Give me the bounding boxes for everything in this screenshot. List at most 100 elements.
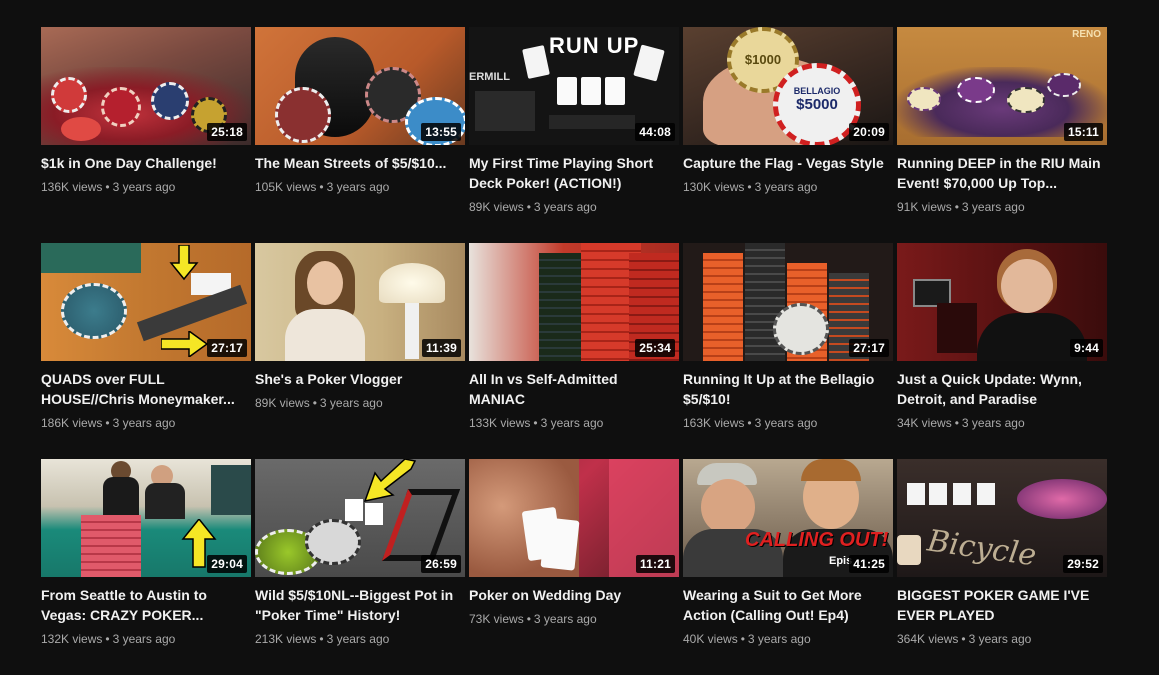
video-thumbnail[interactable]: 11:21 <box>469 459 679 577</box>
video-thumbnail[interactable]: 26:59 <box>255 459 465 577</box>
video-title[interactable]: $1k in One Day Challenge! <box>41 153 251 173</box>
view-count: 91K views <box>897 200 952 214</box>
arrow-icon <box>363 459 417 503</box>
upload-age: 3 years ago <box>326 180 390 194</box>
video-title[interactable]: Capture the Flag - Vegas Style <box>683 153 893 173</box>
duration-badge: 27:17 <box>207 339 247 357</box>
thumbnail-overlay-text: RUN UP <box>549 33 640 58</box>
bellagio-chip: BELLAGIO $5000 <box>773 63 861 145</box>
view-count: 89K views <box>255 396 310 410</box>
duration-badge: 29:04 <box>207 555 247 573</box>
upload-age: 3 years ago <box>961 200 1025 214</box>
upload-age: 3 years ago <box>754 180 818 194</box>
video-thumbnail[interactable]: 27:17 <box>683 243 893 361</box>
video-thumbnail[interactable]: 25:34 <box>469 243 679 361</box>
video-card[interactable]: 27:17 QUADS over FULL HOUSE//Chris Money… <box>41 243 251 459</box>
video-title[interactable]: The Mean Streets of $5/$10... <box>255 153 465 173</box>
video-thumbnail[interactable]: 9:44 <box>897 243 1107 361</box>
video-card[interactable]: RENO 15:11 Running DEEP in the RIU Main … <box>897 27 1107 243</box>
upload-age: 3 years ago <box>319 396 383 410</box>
upload-age: 3 years ago <box>961 416 1025 430</box>
duration-badge: 41:25 <box>849 555 889 573</box>
view-count: 73K views <box>469 612 524 626</box>
video-thumbnail[interactable]: CALLING OUT! Epis 41:25 <box>683 459 893 577</box>
view-count: 186K views <box>41 416 103 430</box>
video-thumbnail[interactable]: 13:55 <box>255 27 465 145</box>
video-card[interactable]: RUN UP ERMILL 44:08 My First Time Playin… <box>469 27 679 243</box>
upload-age: 3 years ago <box>112 180 176 194</box>
video-card[interactable]: $1000 BELLAGIO $5000 20:09 Capture the F… <box>683 27 893 243</box>
video-card[interactable]: 26:59 Wild $5/$10NL--Biggest Pot in "Pok… <box>255 459 465 675</box>
video-thumbnail[interactable]: RUN UP ERMILL 44:08 <box>469 27 679 145</box>
view-count: 213K views <box>255 632 317 646</box>
video-thumbnail[interactable]: 11:39 <box>255 243 465 361</box>
video-title[interactable]: Wild $5/$10NL--Biggest Pot in "Poker Tim… <box>255 585 465 625</box>
video-card[interactable]: 9:44 Just a Quick Update: Wynn, Detroit,… <box>897 243 1107 459</box>
video-title[interactable]: Wearing a Suit to Get More Action (Calli… <box>683 585 893 625</box>
video-card[interactable]: 25:18 $1k in One Day Challenge! 136K vie… <box>41 27 251 243</box>
video-title[interactable]: She's a Poker Vlogger <box>255 369 465 389</box>
video-meta: 213K views • 3 years ago <box>255 632 390 646</box>
video-title[interactable]: Running It Up at the Bellagio $5/$10! <box>683 369 893 409</box>
video-meta: 89K views • 3 years ago <box>469 200 597 214</box>
video-card[interactable]: 25:34 All In vs Self-Admitted MANIAC 133… <box>469 243 679 459</box>
arrow-icon <box>161 331 209 357</box>
video-title[interactable]: Poker on Wedding Day <box>469 585 679 605</box>
upload-age: 3 years ago <box>533 612 597 626</box>
video-card[interactable]: CALLING OUT! Epis 41:25 Wearing a Suit t… <box>683 459 893 675</box>
duration-badge: 26:59 <box>421 555 461 573</box>
video-title[interactable]: QUADS over FULL HOUSE//Chris Moneymaker.… <box>41 369 251 409</box>
video-card[interactable]: 29:04 From Seattle to Austin to Vegas: C… <box>41 459 251 675</box>
video-title[interactable]: All In vs Self-Admitted MANIAC <box>469 369 679 409</box>
video-meta: 132K views • 3 years ago <box>41 632 176 646</box>
video-meta: 136K views • 3 years ago <box>41 180 176 194</box>
duration-badge: 44:08 <box>635 123 675 141</box>
video-card[interactable]: 13:55 The Mean Streets of $5/$10... 105K… <box>255 27 465 243</box>
view-count: 34K views <box>897 416 952 430</box>
video-meta: 40K views • 3 years ago <box>683 632 811 646</box>
video-meta: 91K views • 3 years ago <box>897 200 1025 214</box>
duration-badge: 29:52 <box>1063 555 1103 573</box>
video-title[interactable]: My First Time Playing Short Deck Poker! … <box>469 153 679 193</box>
upload-age: 3 years ago <box>540 416 604 430</box>
thumbnail-overlay-text: BELLAGIO <box>793 86 841 96</box>
video-meta: 186K views • 3 years ago <box>41 416 176 430</box>
video-card[interactable]: 11:39 She's a Poker Vlogger 89K views • 3 … <box>255 243 465 459</box>
view-count: 40K views <box>683 632 738 646</box>
video-card[interactable]: 27:17 Running It Up at the Bellagio $5/$… <box>683 243 893 459</box>
thumbnail-overlay-text: Bicycle <box>925 523 1039 574</box>
thumbnail-overlay-text: $5000 <box>796 96 838 113</box>
video-thumbnail[interactable]: 29:04 <box>41 459 251 577</box>
arrow-icon <box>169 245 199 281</box>
duration-badge: 25:18 <box>207 123 247 141</box>
video-card[interactable]: 11:21 Poker on Wedding Day 73K views • 3 y… <box>469 459 679 675</box>
video-meta: 105K views • 3 years ago <box>255 180 390 194</box>
video-thumbnail[interactable]: 27:17 <box>41 243 251 361</box>
video-title[interactable]: From Seattle to Austin to Vegas: CRAZY P… <box>41 585 251 625</box>
video-title[interactable]: Running DEEP in the RIU Main Event! $70,… <box>897 153 1107 193</box>
thumbnail-overlay-text: RENO <box>1072 29 1101 40</box>
thumbnail-overlay-text: ERMILL <box>469 71 510 83</box>
upload-age: 3 years ago <box>112 416 176 430</box>
video-meta: 73K views • 3 years ago <box>469 612 597 626</box>
video-title[interactable]: Just a Quick Update: Wynn, Detroit, and … <box>897 369 1107 409</box>
video-title[interactable]: BIGGEST POKER GAME I'VE EVER PLAYED <box>897 585 1107 625</box>
video-thumbnail[interactable]: $1000 BELLAGIO $5000 20:09 <box>683 27 893 145</box>
duration-badge: 25:34 <box>635 339 675 357</box>
video-meta: 34K views • 3 years ago <box>897 416 1025 430</box>
view-count: 133K views <box>469 416 531 430</box>
video-meta: 130K views • 3 years ago <box>683 180 818 194</box>
duration-badge: 15:11 <box>1063 123 1103 141</box>
upload-age: 3 years ago <box>747 632 811 646</box>
duration-badge: 27:17 <box>849 339 889 357</box>
view-count: 132K views <box>41 632 103 646</box>
upload-age: 3 years ago <box>968 632 1032 646</box>
video-thumbnail[interactable]: RENO 15:11 <box>897 27 1107 145</box>
view-count: 89K views <box>469 200 524 214</box>
view-count: 364K views <box>897 632 959 646</box>
duration-badge: 20:09 <box>849 123 889 141</box>
duration-badge: 11:21 <box>635 555 675 573</box>
video-thumbnail[interactable]: 25:18 <box>41 27 251 145</box>
video-card[interactable]: Bicycle 29:52 BIGGEST POKER GAME I'VE EV… <box>897 459 1107 675</box>
video-thumbnail[interactable]: Bicycle 29:52 <box>897 459 1107 577</box>
